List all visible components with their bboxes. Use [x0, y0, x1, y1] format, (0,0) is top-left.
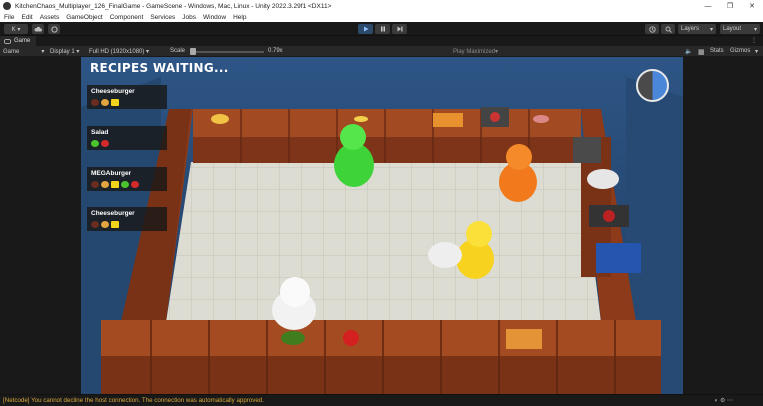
unity-logo-icon — [3, 2, 11, 10]
play-icon — [363, 26, 368, 32]
tab-bar: Game ⋮ — [0, 36, 763, 46]
recipe-card: Cheeseburger — [87, 207, 167, 231]
bread-icon — [101, 221, 109, 228]
grid-icon[interactable]: ▦ — [698, 48, 705, 56]
pause-button[interactable] — [375, 24, 390, 34]
tomato-icon — [101, 140, 109, 147]
menu-component[interactable]: Component — [110, 14, 144, 21]
minimize-button[interactable]: — — [697, 3, 719, 10]
recipe-card: Cheeseburger — [87, 85, 167, 109]
menu-edit[interactable]: Edit — [21, 14, 32, 21]
bread-icon — [101, 181, 109, 188]
cheese-icon — [111, 181, 119, 188]
maximize-button[interactable]: ❐ — [719, 2, 741, 10]
play-button[interactable] — [358, 24, 373, 34]
gamepad-icon — [4, 38, 11, 44]
window-title: KitchenChaos_Multiplayer_126_FinalGame -… — [15, 2, 332, 10]
recipe-name: MEGAburger — [91, 170, 132, 177]
chevron-down-icon: ▾ — [146, 49, 150, 55]
recipes-waiting-title: RECIPES WAITING... — [90, 61, 229, 75]
account-button[interactable]: K ▾ — [4, 24, 28, 34]
layers-dropdown[interactable]: Layers ▾ — [678, 24, 716, 34]
collab-icon[interactable] — [48, 24, 60, 34]
lettuce-icon — [91, 140, 99, 147]
layout-label: Layout — [723, 26, 742, 32]
recipe-name: Salad — [91, 129, 109, 136]
status-icons[interactable]: ◐ ⚙ ⋯ — [715, 397, 733, 404]
cloud-icon[interactable] — [32, 24, 44, 34]
search-icon[interactable] — [661, 24, 675, 34]
menu-assets[interactable]: Assets — [40, 14, 60, 21]
scale-slider-handle[interactable] — [190, 48, 196, 55]
recipe-name: Cheeseburger — [91, 88, 135, 95]
scale-value: 0.79x — [268, 48, 283, 54]
menu-file[interactable]: File — [4, 14, 14, 21]
mute-audio-icon[interactable]: 🔈 — [685, 48, 692, 55]
close-button[interactable]: ✕ — [741, 2, 763, 10]
chevron-down-icon: ▾ — [495, 49, 499, 55]
tab-game[interactable]: Game — [0, 36, 37, 46]
status-message: [Netcode] You cannot decline the host co… — [3, 397, 264, 404]
chevron-down-icon[interactable]: ▾ — [755, 48, 758, 55]
menu-window[interactable]: Window — [203, 14, 226, 21]
kitchen-scene-render — [81, 57, 683, 394]
meat-icon — [91, 181, 99, 188]
step-button[interactable] — [392, 24, 407, 34]
chevron-down-icon: ▾ — [76, 49, 80, 55]
chevron-down-icon: ▾ — [753, 26, 757, 33]
game-scene[interactable]: RECIPES WAITING... Cheeseburger Salad ME… — [81, 57, 683, 394]
window-titlebar: KitchenChaos_Multiplayer_126_FinalGame -… — [0, 0, 763, 12]
pause-icon — [380, 26, 385, 32]
tab-menu-icon[interactable]: ⋮ — [751, 37, 757, 44]
layout-dropdown[interactable]: Layout ▾ — [720, 24, 760, 34]
meat-icon — [91, 99, 99, 106]
menu-services[interactable]: Services — [150, 14, 175, 21]
bread-icon — [101, 99, 109, 106]
meat-icon — [91, 221, 99, 228]
menu-gameobject[interactable]: GameObject — [66, 14, 103, 21]
step-icon — [397, 26, 402, 32]
display-label: Display 1 — [50, 49, 75, 55]
recipe-card: Salad — [87, 126, 167, 150]
cheese-icon — [111, 221, 119, 228]
chevron-down-icon: ▾ — [41, 49, 45, 55]
menu-bar: File Edit Assets GameObject Component Se… — [0, 12, 763, 22]
console-status-bar[interactable]: [Netcode] You cannot decline the host co… — [0, 394, 763, 406]
resolution-label: Full HD (1920x1080) — [89, 49, 145, 55]
tab-game-label: Game — [14, 38, 31, 44]
resolution-dropdown[interactable]: Full HD (1920x1080) ▾ — [89, 48, 149, 55]
chevron-down-icon: ▾ — [709, 26, 713, 33]
gizmos-button[interactable]: Gizmos — [730, 48, 750, 54]
scale-label: Scale — [170, 48, 186, 54]
lettuce-icon — [121, 181, 129, 188]
game-timer-clock-icon — [636, 69, 669, 102]
play-mode-dropdown[interactable]: Play Maximized▾ — [453, 48, 498, 55]
play-mode-label: Play Maximized — [453, 49, 496, 55]
main-toolbar: K ▾ Layers ▾ Layout ▾ — [0, 22, 763, 36]
display-dropdown[interactable]: Display 1 ▾ — [50, 48, 79, 55]
layers-label: Layers — [681, 26, 700, 32]
cheese-icon — [111, 99, 119, 106]
recipe-card: MEGAburger — [87, 167, 167, 191]
game-viewport: RECIPES WAITING... Cheeseburger Salad ME… — [0, 57, 763, 394]
tomato-icon — [131, 181, 139, 188]
menu-jobs[interactable]: Jobs — [182, 14, 196, 21]
history-icon[interactable] — [645, 24, 659, 34]
scale-slider[interactable] — [190, 48, 264, 55]
game-view-controls: Game ▾ Display 1 ▾ Full HD (1920x1080) ▾ … — [0, 46, 763, 57]
menu-help[interactable]: Help — [233, 14, 246, 21]
game-mode-label: Game — [3, 49, 20, 55]
stats-button[interactable]: Stats — [710, 48, 724, 54]
recipe-name: Cheeseburger — [91, 210, 135, 217]
game-mode-dropdown[interactable]: Game ▾ — [3, 48, 44, 55]
